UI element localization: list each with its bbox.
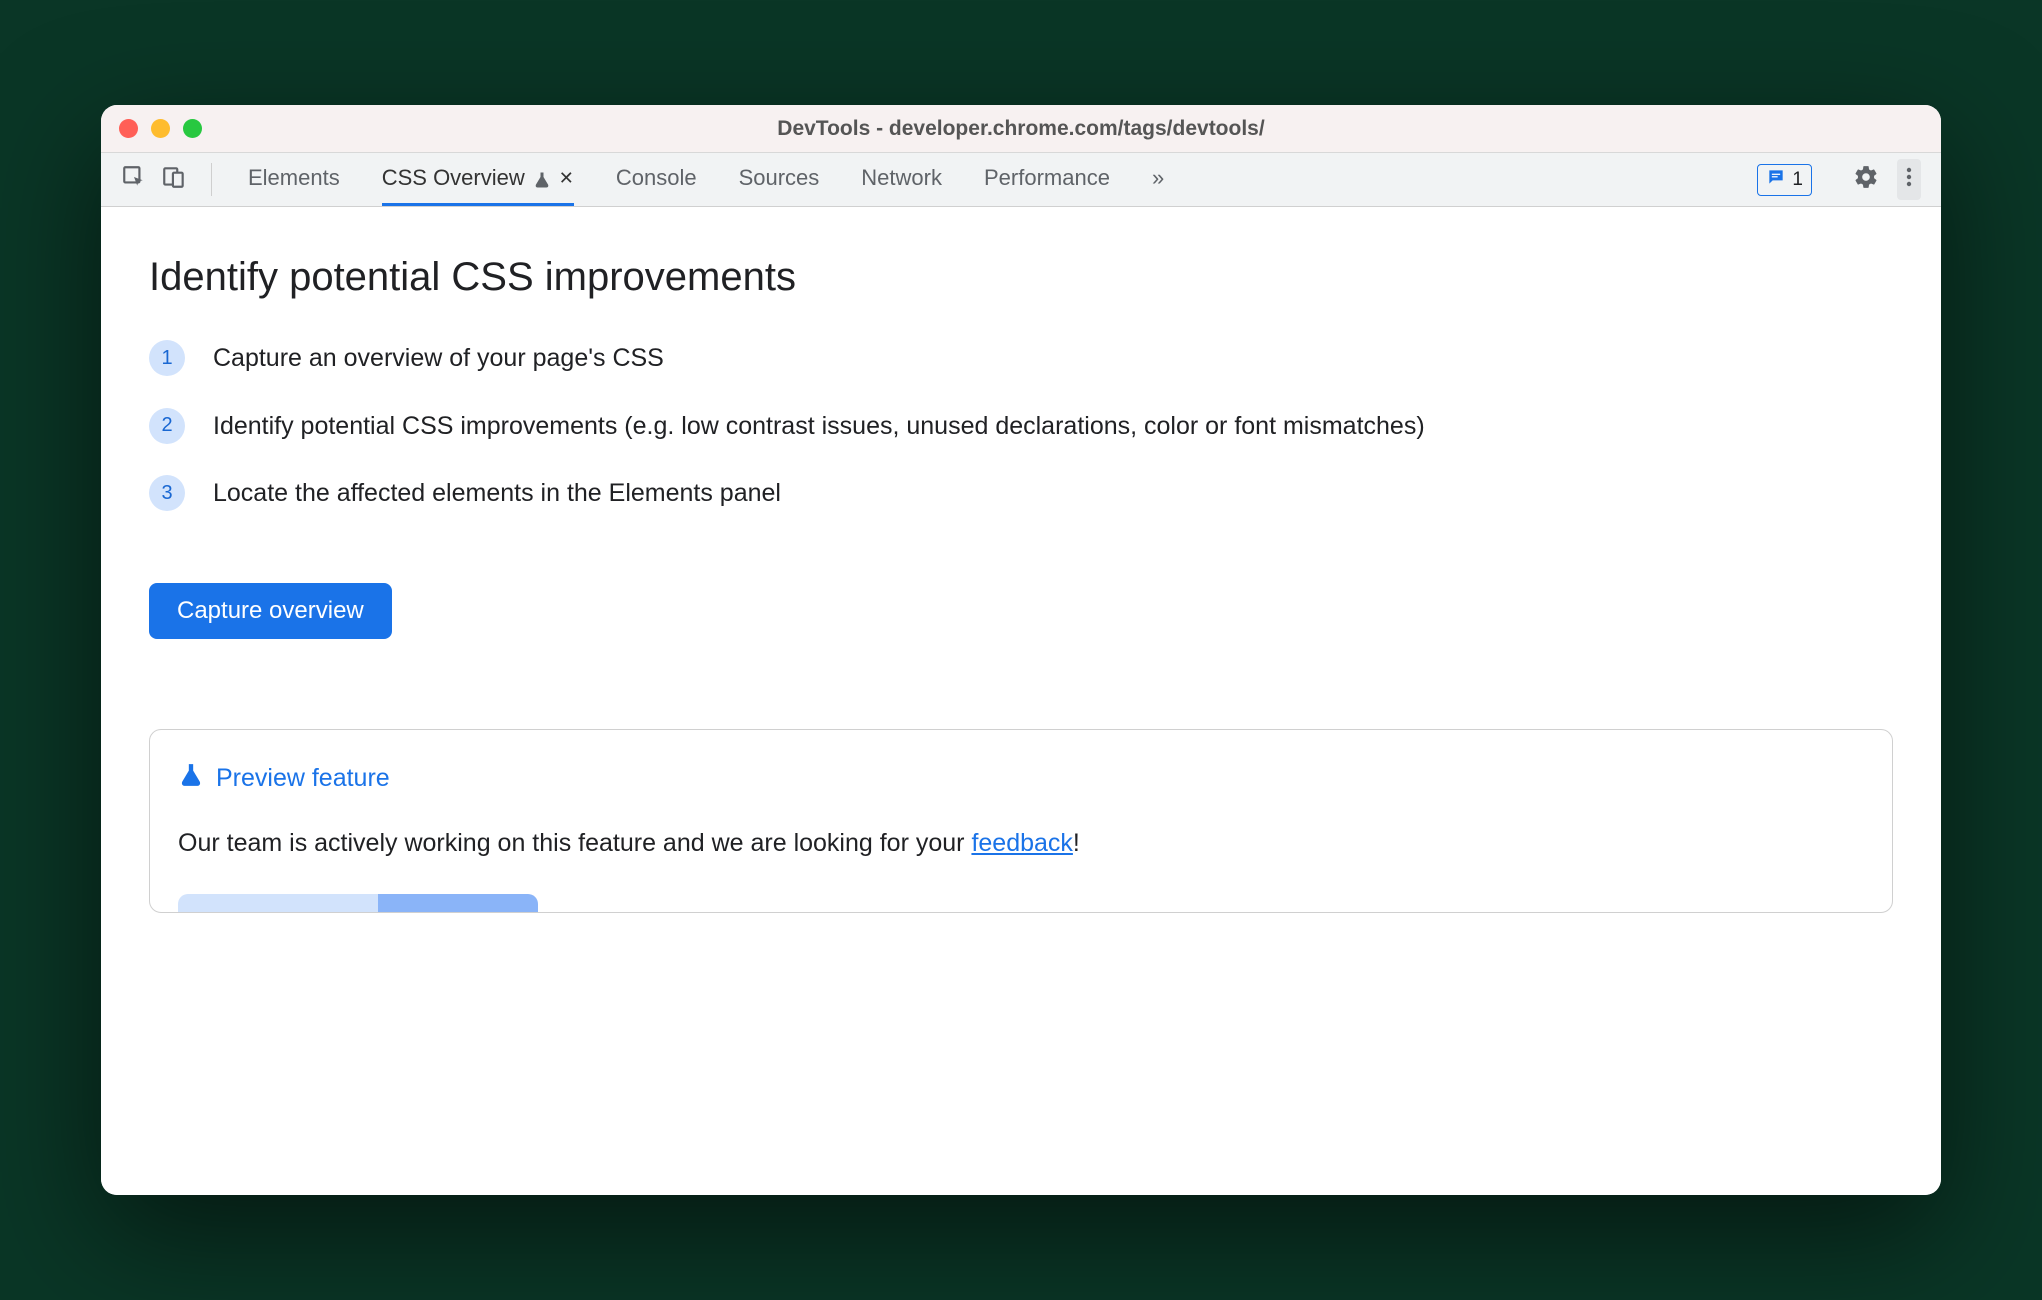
- step-number: 2: [149, 408, 185, 444]
- device-toggle-icon[interactable]: [161, 164, 187, 195]
- progress-indicator: [178, 894, 538, 912]
- issues-count: 1: [1792, 169, 1803, 191]
- flask-icon: [533, 169, 551, 187]
- close-tab-icon[interactable]: ✕: [559, 168, 574, 189]
- close-window-button[interactable]: [119, 119, 138, 138]
- kebab-menu-icon[interactable]: [1897, 159, 1921, 200]
- preview-title-text: Preview feature: [216, 764, 390, 793]
- devtools-toolbar: Elements CSS Overview ✕ Console Sources …: [101, 153, 1941, 207]
- tab-label: Elements: [248, 165, 340, 191]
- steps-list: 1 Capture an overview of your page's CSS…: [149, 340, 1893, 513]
- window-controls: [119, 119, 202, 138]
- step-text: Locate the affected elements in the Elem…: [213, 475, 781, 513]
- panel-tabs: Elements CSS Overview ✕ Console Sources …: [226, 153, 1747, 206]
- minimize-window-button[interactable]: [151, 119, 170, 138]
- tab-console[interactable]: Console: [616, 153, 697, 206]
- maximize-window-button[interactable]: [183, 119, 202, 138]
- tab-performance[interactable]: Performance: [984, 153, 1110, 206]
- step-item: 3 Locate the affected elements in the El…: [149, 475, 1893, 513]
- tab-network[interactable]: Network: [861, 153, 942, 206]
- feedback-link[interactable]: feedback: [971, 829, 1072, 857]
- preview-text-prefix: Our team is actively working on this fea…: [178, 829, 971, 857]
- tab-css-overview[interactable]: CSS Overview ✕: [382, 153, 574, 206]
- capture-overview-button[interactable]: Capture overview: [149, 583, 392, 639]
- step-text: Capture an overview of your page's CSS: [213, 340, 664, 378]
- step-item: 2 Identify potential CSS improvements (e…: [149, 408, 1893, 446]
- preview-body: Our team is actively working on this fea…: [178, 829, 1864, 858]
- message-icon: [1766, 167, 1786, 193]
- settings-icon[interactable]: [1853, 164, 1879, 195]
- step-text: Identify potential CSS improvements (e.g…: [213, 408, 1425, 446]
- flask-icon: [178, 760, 204, 797]
- overflow-label: »: [1152, 165, 1164, 191]
- step-item: 1 Capture an overview of your page's CSS: [149, 340, 1893, 378]
- issues-button[interactable]: 1: [1757, 164, 1812, 196]
- panel-content: Identify potential CSS improvements 1 Ca…: [101, 207, 1941, 1195]
- tab-elements[interactable]: Elements: [248, 153, 340, 206]
- tab-label: CSS Overview: [382, 165, 525, 191]
- progress-segment: [178, 894, 378, 912]
- preview-text-suffix: !: [1073, 829, 1080, 857]
- tab-label: Network: [861, 165, 942, 191]
- titlebar: DevTools - developer.chrome.com/tags/dev…: [101, 105, 1941, 153]
- tab-label: Console: [616, 165, 697, 191]
- tab-sources[interactable]: Sources: [739, 153, 820, 206]
- tab-label: Performance: [984, 165, 1110, 191]
- step-number: 3: [149, 475, 185, 511]
- step-number: 1: [149, 340, 185, 376]
- preview-title: Preview feature: [178, 760, 1864, 797]
- devtools-window: DevTools - developer.chrome.com/tags/dev…: [101, 105, 1941, 1195]
- page-heading: Identify potential CSS improvements: [149, 255, 1893, 300]
- progress-segment: [378, 894, 538, 912]
- toolbar-divider: [211, 163, 212, 196]
- tab-label: Sources: [739, 165, 820, 191]
- preview-feature-card: Preview feature Our team is actively wor…: [149, 729, 1893, 913]
- window-title: DevTools - developer.chrome.com/tags/dev…: [101, 117, 1941, 141]
- more-tabs-button[interactable]: »: [1152, 153, 1164, 206]
- inspect-element-icon[interactable]: [121, 164, 147, 195]
